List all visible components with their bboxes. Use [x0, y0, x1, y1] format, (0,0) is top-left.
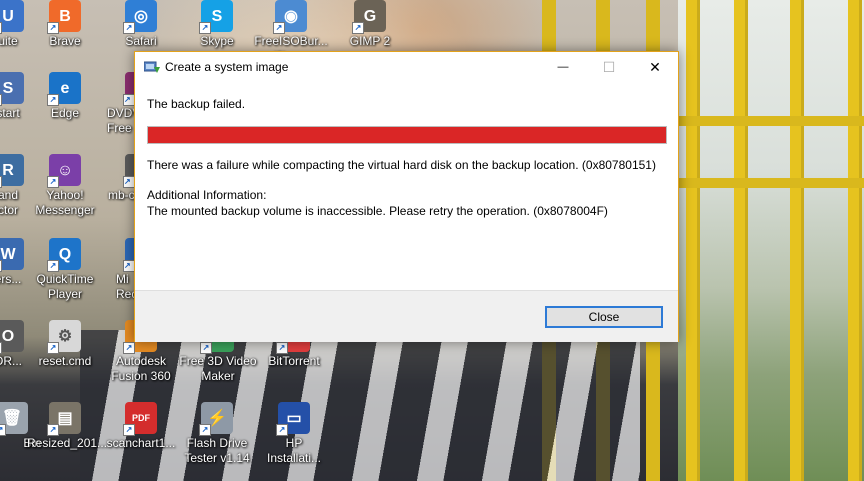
shortcut-arrow-icon: ↗ [200, 342, 212, 354]
app-icon: U↗ [0, 0, 24, 34]
flash-drive-icon: ⚡ ↗ [199, 402, 233, 436]
image-file-icon: ▤ ↗ [47, 402, 81, 436]
desktop-icon-label: reset.cmd [38, 354, 92, 368]
shortcut-arrow-icon: ↗ [123, 424, 135, 436]
backup-icon [144, 61, 160, 73]
desktop-icon-edge[interactable]: e ↗ Edge [27, 72, 103, 121]
safari-icon: ◎ ↗ [123, 0, 157, 34]
shortcut-arrow-icon: ↗ [47, 342, 59, 354]
shortcut-arrow-icon: ↗ [47, 424, 59, 436]
desktop-icon-brave[interactable]: B ↗ Brave [27, 0, 103, 49]
backup-progress-bar [147, 126, 667, 144]
system-image-dialog: Create a system image — ☐ ✕ The backup f… [134, 51, 679, 342]
desktop-icon-label: Brave [49, 34, 81, 48]
desktop-icon-hp-installation[interactable]: ▭ ↗ HP Installati... [256, 402, 332, 466]
additional-info-message: The mounted backup volume is inaccessibl… [147, 204, 608, 218]
desktop-icon-dvdvideo[interactable]: D↗ DVDV Free [95, 72, 135, 136]
shortcut-arrow-icon: ↗ [0, 176, 2, 188]
dialog-title: Create a system image [165, 60, 289, 74]
desktop-icon-label: Safari [125, 34, 157, 48]
desktop-icon-label: BitTorrent [268, 354, 320, 368]
shortcut-arrow-icon: ↗ [199, 424, 211, 436]
desktop-icon-label: QuickTime Player [36, 272, 94, 301]
desktop-icon-flash-drive-tester[interactable]: ⚡ ↗ Flash Drive Tester v1.14 [179, 402, 255, 466]
shortcut-arrow-icon: ↗ [0, 342, 2, 354]
shortcut-arrow-icon: ↗ [123, 22, 135, 34]
desktop-icon-label: HP Installati... [266, 436, 322, 465]
gear-icon: ⚙ ↗ [47, 320, 81, 354]
close-button[interactable]: Close [545, 306, 663, 328]
pdf-icon: PDF ↗ [123, 402, 157, 436]
shortcut-arrow-icon: ↗ [0, 94, 2, 106]
quicktime-icon: Q ↗ [47, 238, 81, 272]
app-icon: W↗ [0, 238, 24, 272]
shortcut-arrow-icon: ↗ [352, 22, 364, 34]
backup-status-heading: The backup failed. [147, 97, 246, 111]
maximize-button[interactable]: ☐ [586, 52, 632, 82]
error-message: There was a failure while compacting the… [147, 158, 656, 172]
disc-icon: ◉ ↗ [273, 0, 307, 34]
desktop-icon-resized-image[interactable]: ▤ ↗ Resized_201... [27, 402, 108, 451]
skype-icon: S ↗ [199, 0, 233, 34]
minimize-button[interactable]: — [540, 52, 586, 82]
desktop-icon-label: Flash Drive Tester v1.14 [184, 436, 250, 465]
desktop-icon-quicktime[interactable]: Q ↗ QuickTime Player [27, 238, 103, 302]
additional-info-label: Additional Information: [147, 188, 267, 202]
desktop-icon-mb[interactable]: M↗ mb-c [98, 154, 135, 203]
shortcut-arrow-icon: ↗ [47, 94, 59, 106]
window-icon: ▭ ↗ [276, 402, 310, 436]
desktop-icon-label: Autodesk Fusion 360 [111, 354, 171, 383]
shortcut-arrow-icon: ↗ [0, 260, 2, 272]
app-icon: O↗ [0, 320, 24, 354]
desktop-icon-skype[interactable]: S ↗ Skype [179, 0, 255, 49]
shortcut-arrow-icon: ↗ [273, 22, 285, 34]
desktop-icon-label: scanchart1... [106, 436, 176, 450]
desktop-icon-label: Yahoo! Messenger [35, 188, 95, 217]
background-yellow-bars [678, 0, 864, 481]
shortcut-arrow-icon: ↗ [276, 424, 288, 436]
shortcut-arrow-icon: ↗ [0, 424, 6, 436]
shortcut-arrow-icon: ↗ [47, 260, 59, 272]
shortcut-arrow-icon: ↗ [0, 22, 2, 34]
desktop-icon-reset-cmd[interactable]: ⚙ ↗ reset.cmd [27, 320, 103, 369]
desktop-icon-label: Mi Rec [116, 272, 135, 301]
yahoo-messenger-icon: ☺ ↗ [47, 154, 81, 188]
desktop-icon-label: mb-c [108, 188, 135, 202]
close-window-button[interactable]: ✕ [632, 52, 678, 82]
shortcut-arrow-icon: ↗ [47, 22, 59, 34]
brave-icon: B ↗ [47, 0, 81, 34]
desktop-icon-recorder[interactable]: M↗ Mi Rec [100, 238, 135, 302]
recycle-bin-icon: 🗑↗ [0, 402, 28, 436]
edge-icon: e ↗ [47, 72, 81, 106]
desktop-icon-safari[interactable]: ◎ ↗ Safari [103, 0, 179, 49]
desktop-icon-label: Skype [200, 34, 234, 48]
desktop-icon-label: DVDV Free [107, 106, 135, 135]
dialog-titlebar[interactable]: Create a system image — ☐ ✕ [135, 52, 678, 82]
shortcut-arrow-icon: ↗ [123, 342, 135, 354]
app-icon: S↗ [0, 72, 24, 106]
shortcut-arrow-icon: ↗ [276, 342, 288, 354]
shortcut-arrow-icon: ↗ [47, 176, 59, 188]
dialog-footer: Close [135, 290, 678, 342]
desktop-icon-scanchart-pdf[interactable]: PDF ↗ scanchart1... [103, 402, 179, 451]
gimp-icon: G ↗ [352, 0, 386, 34]
desktop-icon-gimp[interactable]: G ↗ GIMP 2 [332, 0, 408, 49]
desktop-icon-label: Edge [50, 106, 80, 120]
app-icon: R↗ [0, 154, 24, 188]
desktop-icon-label: GIMP 2 [349, 34, 391, 48]
backup-progress-fill [148, 127, 666, 143]
shortcut-arrow-icon: ↗ [199, 22, 211, 34]
desktop-icon-label: Free 3D Video Maker [179, 354, 257, 383]
desktop-icon-label: Resized_201... [27, 436, 108, 450]
dialog-body: The backup failed. There was a failure w… [135, 82, 678, 290]
desktop-icon-yahoo-messenger[interactable]: ☺ ↗ Yahoo! Messenger [27, 154, 103, 218]
